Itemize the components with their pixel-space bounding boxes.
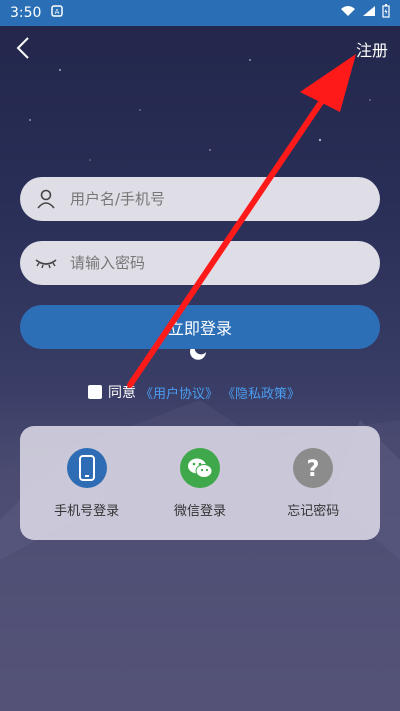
agree-label: 同意 (108, 385, 136, 401)
privacy-policy-link[interactable]: 《隐私政策》 (222, 383, 300, 402)
header: 注册 (0, 26, 400, 70)
svg-text:?: ? (307, 457, 320, 481)
username-input[interactable] (68, 189, 352, 209)
wechat-login-option[interactable]: 微信登录 (150, 448, 250, 540)
wechat-login-label: 微信登录 (173, 504, 226, 519)
password-input[interactable] (68, 253, 352, 273)
status-time: 3:50 (10, 5, 42, 21)
status-bar: 3:50 A (0, 0, 400, 26)
quick-login-panel: 手机号登录 微信登录 ? 忘记密码 (20, 426, 380, 540)
svg-text:A: A (55, 8, 60, 16)
chevron-left-icon (16, 37, 29, 59)
annotation-arrow (127, 54, 356, 388)
forgot-password-label: 忘记密码 (287, 504, 340, 519)
phone-login-option[interactable]: 手机号登录 (37, 448, 137, 540)
agreement-row: 同意 《用户协议》 《隐私政策》 (88, 382, 300, 402)
wifi-icon (340, 5, 356, 21)
signal-icon (362, 5, 376, 21)
forgot-password-option[interactable]: ? 忘记密码 (263, 448, 363, 540)
user-agreement-link[interactable]: 《用户协议》 (140, 383, 218, 402)
back-button[interactable] (12, 34, 38, 62)
user-icon (34, 187, 58, 211)
phone-login-label: 手机号登录 (54, 504, 120, 519)
phone-icon (66, 448, 107, 488)
question-icon: ? (293, 448, 334, 488)
agree-checkbox[interactable] (88, 385, 102, 399)
eye-closed-icon[interactable] (34, 251, 58, 275)
wechat-icon (179, 448, 220, 488)
register-button[interactable]: 注册 (356, 37, 388, 61)
notification-icon: A (51, 5, 64, 21)
username-field[interactable] (20, 177, 380, 221)
star-background (0, 59, 400, 711)
password-field[interactable] (20, 241, 380, 285)
login-button[interactable]: 立即登录 (20, 305, 380, 349)
battery-icon (382, 4, 390, 22)
